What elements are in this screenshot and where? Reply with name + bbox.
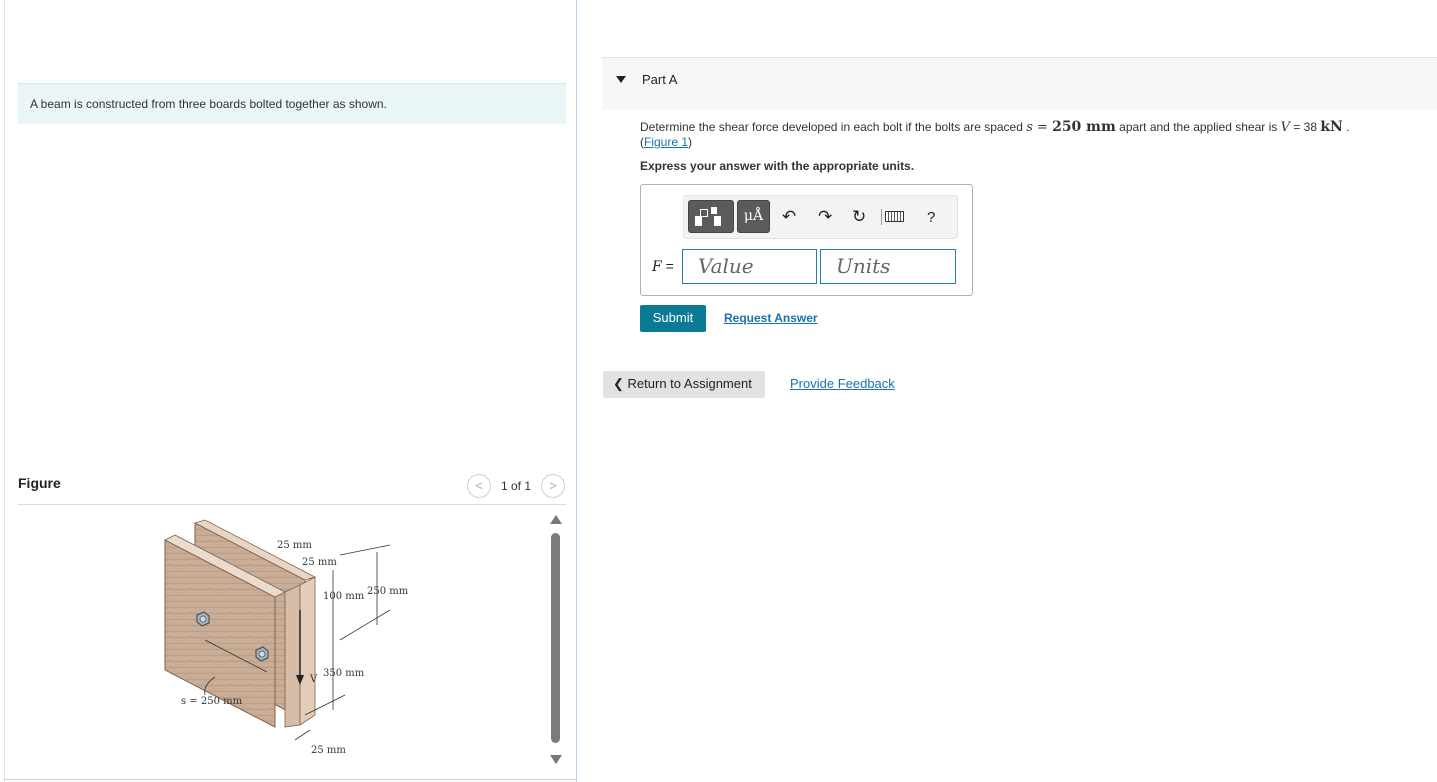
answer-instruction: Express your answer with the appropriate…: [640, 159, 915, 173]
divider: [4, 779, 577, 780]
beam-figure: 25 mm 25 mm 100 mm 250 mm 350 mm 25 mm V…: [164, 519, 409, 756]
provide-feedback-link[interactable]: Provide Feedback: [790, 376, 895, 391]
return-to-assignment-button[interactable]: ❮ Return to Assignment: [603, 371, 765, 398]
answer-pane: Part A Determine the shear force develop…: [578, 0, 1437, 782]
submit-button[interactable]: Submit: [640, 305, 706, 332]
return-label: Return to Assignment: [627, 376, 752, 391]
chevron-left-icon: <: [475, 478, 483, 493]
scroll-down-arrow[interactable]: [550, 755, 562, 764]
units-input[interactable]: Units: [820, 249, 956, 284]
reset-icon[interactable]: ↻: [852, 208, 866, 225]
figure-next-button[interactable]: >: [541, 474, 565, 498]
dim-label-25-top: 25 mm: [277, 540, 312, 551]
scrollbar-thumb[interactable]: [551, 533, 560, 743]
math-toolbar: μÅ ↶ ↷ ↻ ?: [683, 195, 958, 239]
bolt-head-1: [196, 611, 210, 627]
caret-down-icon[interactable]: [616, 76, 626, 83]
part-title: Part A: [642, 72, 678, 87]
bolt-head-2: [255, 646, 269, 662]
question-text: Determine the shear force developed in e…: [640, 119, 1350, 150]
part-header[interactable]: Part A: [602, 57, 1437, 110]
problem-pane: A beam is constructed from three boards …: [4, 0, 577, 782]
intro-text: A beam is constructed from three boards …: [30, 97, 387, 111]
app-root: A beam is constructed from three boards …: [0, 0, 1437, 782]
problem-intro: A beam is constructed from three boards …: [18, 83, 566, 124]
dim-label-25-inner: 25 mm: [302, 557, 337, 568]
answer-box: μÅ ↶ ↷ ↻ ? F = Value Units: [640, 184, 973, 296]
undo-icon[interactable]: ↶: [782, 208, 796, 225]
figure-link[interactable]: Figure 1: [644, 135, 688, 149]
templates-button[interactable]: [688, 200, 734, 233]
toolbar-separator: [881, 209, 882, 225]
redo-icon[interactable]: ↷: [818, 208, 832, 225]
figure-prev-button[interactable]: <: [467, 474, 491, 498]
chevron-right-icon: >: [549, 478, 557, 493]
figure-title: Figure: [18, 475, 61, 491]
spacing-label: s = 250 mm: [181, 696, 243, 707]
keyboard-icon[interactable]: [885, 211, 904, 222]
dim-label-350: 350 mm: [323, 668, 365, 679]
value-input[interactable]: Value: [682, 249, 817, 284]
shear-label: V: [309, 674, 318, 685]
figure-counter: 1 of 1: [501, 479, 532, 493]
request-answer-link[interactable]: Request Answer: [724, 311, 818, 325]
answer-label: F =: [652, 258, 674, 275]
units-button[interactable]: μÅ: [737, 200, 770, 233]
scroll-up-arrow[interactable]: [550, 515, 562, 524]
dim-label-25-bottom: 25 mm: [311, 745, 346, 756]
chevron-left-icon: ❮: [613, 376, 624, 391]
help-icon[interactable]: ?: [927, 209, 935, 226]
dim-label-250: 250 mm: [367, 586, 409, 597]
figure-header: Figure < 1 of 1 >: [18, 470, 566, 505]
dim-label-100: 100 mm: [323, 591, 365, 602]
